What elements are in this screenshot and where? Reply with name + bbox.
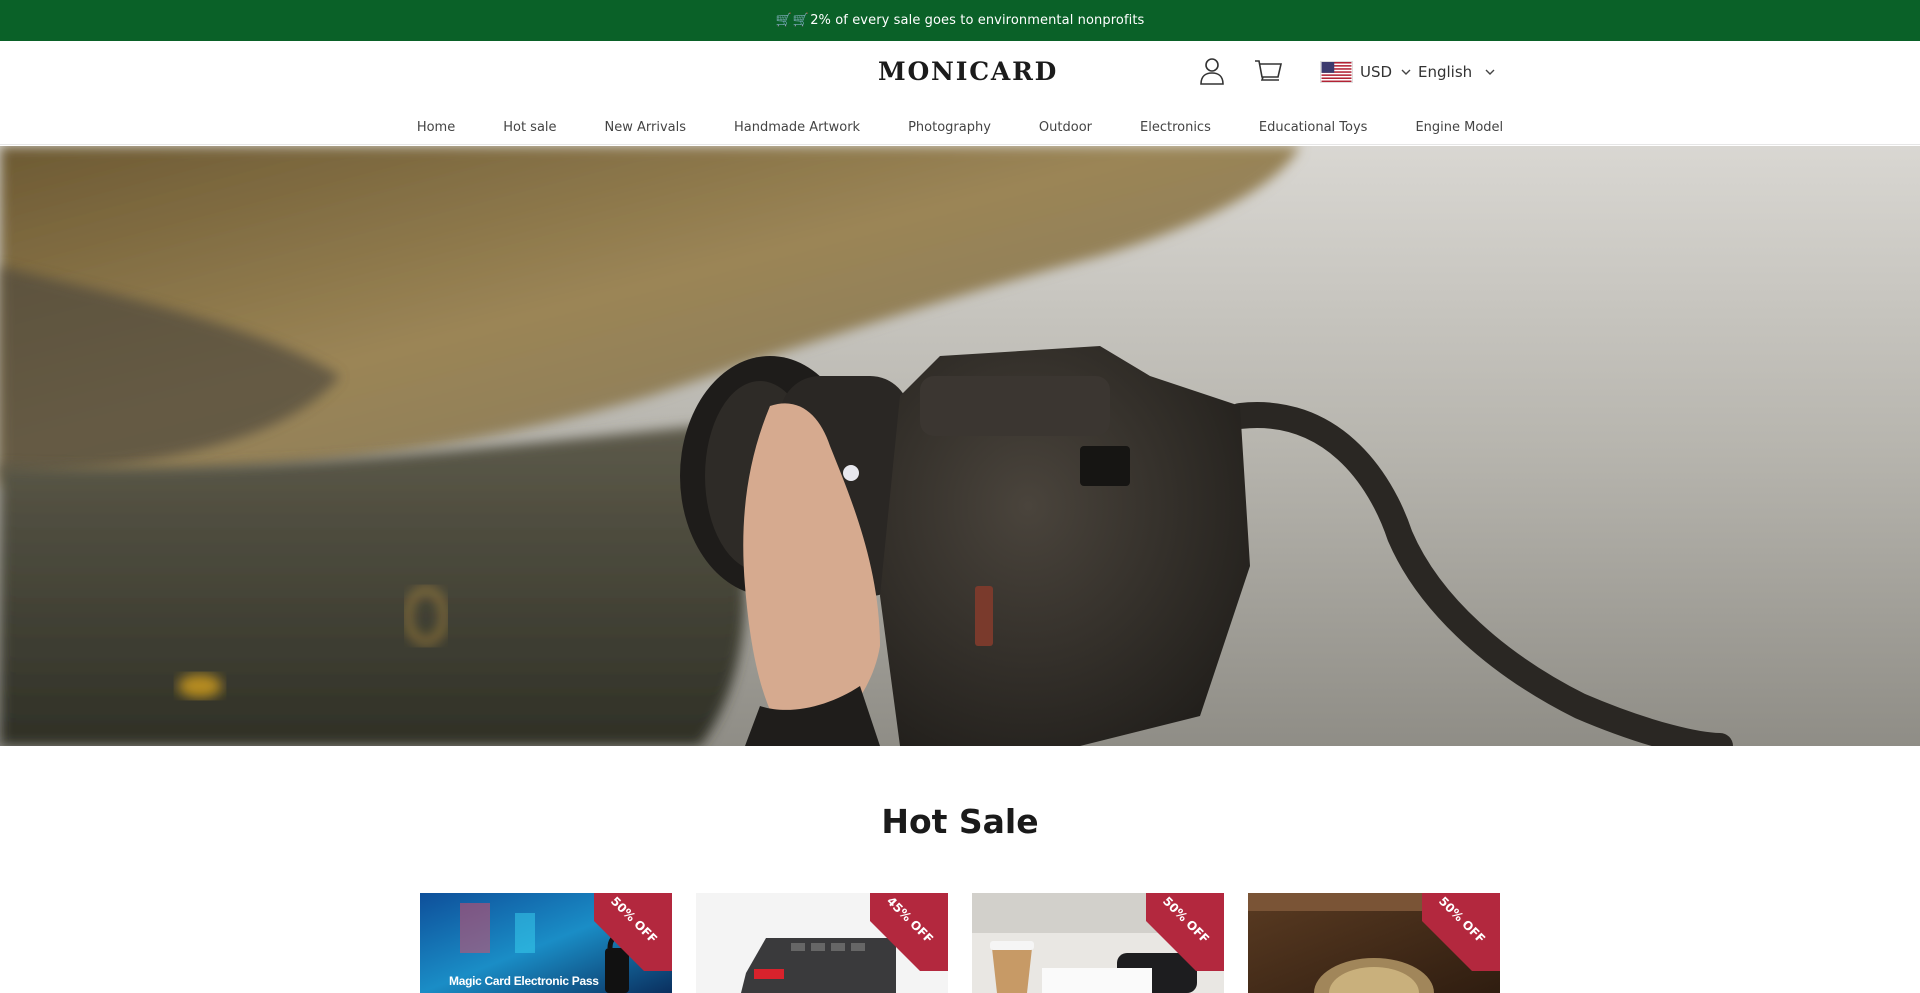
nav-item-hot-sale[interactable]: Hot sale [479,120,580,135]
product-card[interactable]: Magic Card Electronic Pass 50% OFF [420,893,672,993]
logo-text: MONICARD [878,56,1059,86]
nav-item-engine-model[interactable]: Engine Model [1391,120,1527,135]
currency-selector[interactable]: USD [1320,58,1411,86]
announcement-text-wrap: 🛒🛒2% of every sale goes to environmental… [776,13,1145,28]
hero-banner-image[interactable] [0,146,1920,746]
chevron-down-icon [1485,67,1495,77]
nav-item-outdoor[interactable]: Outdoor [1015,120,1116,135]
currency-label: USD [1360,63,1393,81]
nav-item-photography[interactable]: Photography [884,120,1015,135]
nav-item-home[interactable]: Home [393,120,479,135]
product-card[interactable]: 50% OFF [1248,893,1500,993]
shopping-cart-emoji-icon: 🛒 [775,13,792,28]
product-card[interactable]: 45% OFF [696,893,948,993]
language-selector[interactable]: English [1418,58,1495,86]
site-header: MONICARD USD English Home Hot sale New A… [0,41,1920,145]
nav-item-educational-toys[interactable]: Educational Toys [1235,120,1392,135]
nav-item-handmade-artwork[interactable]: Handmade Artwork [710,120,884,135]
product-caption: Magic Card Electronic Pass [449,974,599,988]
language-label: English [1418,63,1473,81]
cart-icon[interactable] [1253,55,1283,87]
discount-badge: 45% OFF [870,893,948,971]
section-title-hot-sale: Hot Sale [881,802,1039,841]
nav-item-electronics[interactable]: Electronics [1116,120,1235,135]
discount-badge: 50% OFF [594,893,672,971]
main-nav: Home Hot sale New Arrivals Handmade Artw… [0,113,1920,141]
chevron-down-icon [1401,67,1411,77]
product-card[interactable]: 50% OFF [972,893,1224,993]
account-icon[interactable] [1197,55,1227,87]
discount-badge: 50% OFF [1146,893,1224,971]
shopping-cart-emoji-icon: 🛒 [792,13,810,28]
announcement-text: 2% of every sale goes to environmental n… [810,13,1145,28]
nav-item-new-arrivals[interactable]: New Arrivals [581,120,711,135]
discount-badge: 50% OFF [1422,893,1500,971]
hero-photo-camera [0,146,1920,746]
us-flag-icon [1320,61,1353,83]
announcement-bar: 🛒🛒2% of every sale goes to environmental… [0,0,1920,41]
site-logo[interactable]: MONICARD [878,56,1058,86]
